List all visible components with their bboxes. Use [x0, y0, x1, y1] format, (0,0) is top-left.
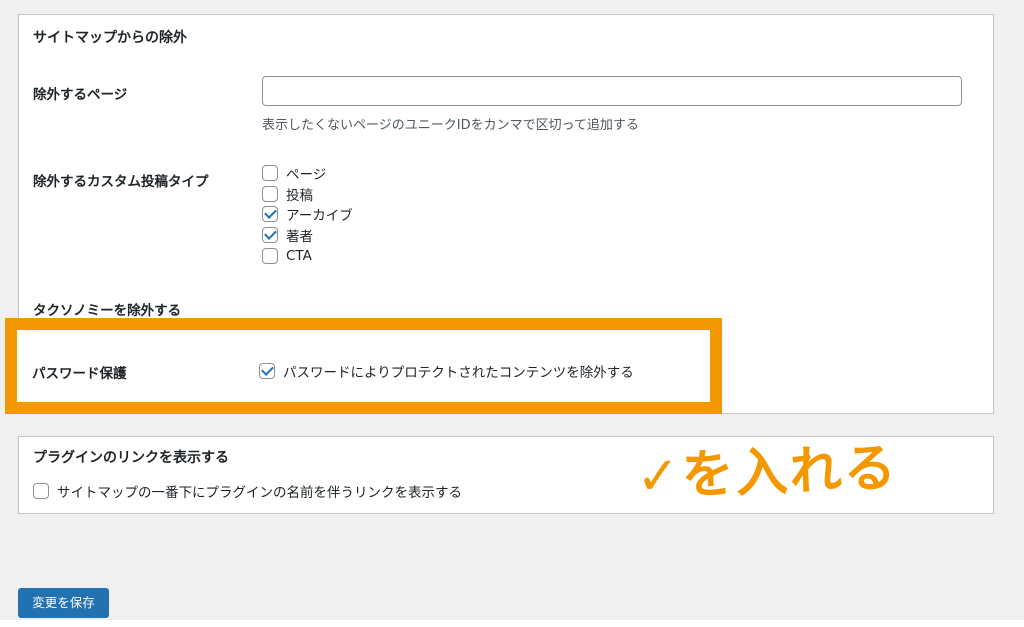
- post-type-option-author[interactable]: 著者: [262, 226, 313, 245]
- plugin-link-title: プラグインのリンクを表示する: [33, 450, 229, 466]
- checkbox-checked[interactable]: [259, 363, 275, 379]
- password-protection-option-label: パスワードによりプロテクトされたコンテンツを除外する: [283, 365, 634, 381]
- exclude-pages-input[interactable]: [262, 76, 962, 106]
- post-type-option-label: ページ: [286, 167, 327, 183]
- checkbox[interactable]: [262, 248, 278, 264]
- save-button[interactable]: 変更を保存: [18, 588, 109, 618]
- exclude-pages-description: 表示したくないページのユニークIDをカンマで区切って追加する: [262, 118, 639, 133]
- post-type-option-archive[interactable]: アーカイブ: [262, 205, 353, 224]
- checkbox-checked[interactable]: [262, 227, 278, 243]
- checkbox[interactable]: [262, 165, 278, 181]
- exclude-pages-label: 除外するページ: [33, 87, 128, 103]
- post-type-option-label: CTA: [286, 248, 312, 264]
- exclude-taxonomy-label: タクソノミーを除外する: [33, 303, 182, 319]
- post-type-option-page[interactable]: ページ: [262, 164, 327, 183]
- highlight-box: パスワード保護 パスワードによりプロテクトされたコンテンツを除外する: [5, 318, 722, 414]
- bottom-strip: [0, 620, 1024, 627]
- post-type-option-post[interactable]: 投稿: [262, 185, 313, 204]
- checkbox[interactable]: [33, 483, 49, 499]
- exclude-post-types-label: 除外するカスタム投稿タイプ: [33, 174, 209, 190]
- password-protection-label: パスワード保護: [32, 366, 127, 382]
- password-protection-option[interactable]: パスワードによりプロテクトされたコンテンツを除外する: [259, 362, 634, 381]
- post-type-option-label: 投稿: [286, 188, 313, 204]
- post-type-option-cta[interactable]: CTA: [262, 247, 312, 265]
- section-title: サイトマップからの除外: [33, 30, 187, 46]
- check-annotation: ✓を入れる: [635, 438, 899, 508]
- plugin-link-option[interactable]: サイトマップの一番下にプラグインの名前を伴うリンクを表示する: [33, 482, 462, 501]
- plugin-link-option-label: サイトマップの一番下にプラグインの名前を伴うリンクを表示する: [57, 485, 462, 501]
- checkbox-checked[interactable]: [262, 206, 278, 222]
- post-type-option-label: 著者: [286, 229, 313, 245]
- post-type-option-label: アーカイブ: [286, 208, 353, 224]
- checkbox[interactable]: [262, 186, 278, 202]
